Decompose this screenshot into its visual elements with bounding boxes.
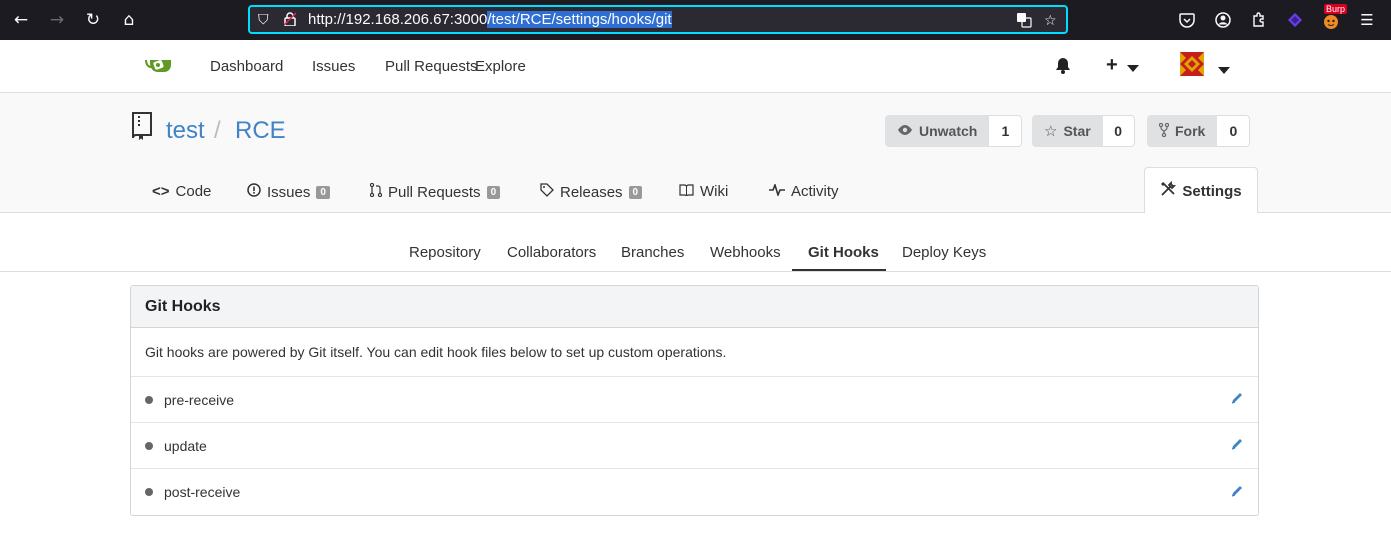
watch-count[interactable]: 1 xyxy=(989,115,1023,147)
tools-icon xyxy=(1160,180,1177,201)
star-button-group: ☆ Star 0 xyxy=(1032,115,1135,147)
tab-activity-label: Activity xyxy=(791,183,839,200)
settings-tab-webhooks[interactable]: Webhooks xyxy=(710,244,781,261)
repo-name-link[interactable]: RCE xyxy=(235,117,286,145)
settings-tab-deploy-keys[interactable]: Deploy Keys xyxy=(902,244,986,261)
repo-book-icon xyxy=(130,111,154,141)
back-icon[interactable]: ← xyxy=(9,8,33,32)
star-button[interactable]: ☆ Star xyxy=(1032,115,1103,147)
star-label: Star xyxy=(1063,123,1091,139)
status-dot-icon xyxy=(145,441,153,450)
issue-icon xyxy=(247,183,261,201)
tab-wiki[interactable]: Wiki xyxy=(679,183,728,200)
repo-owner-link[interactable]: test xyxy=(166,117,205,145)
tab-pull-requests-label: Pull Requests xyxy=(388,183,481,201)
translate-icon[interactable] xyxy=(1016,12,1032,31)
status-dot-icon xyxy=(145,395,153,404)
extensions-icon[interactable] xyxy=(1248,9,1270,31)
forward-icon[interactable]: → xyxy=(45,8,69,32)
list-item: post-receive xyxy=(131,469,1258,515)
code-icon: <> xyxy=(152,183,170,200)
tab-issues-label: Issues xyxy=(267,183,311,201)
unwatch-button[interactable]: Unwatch xyxy=(885,115,990,147)
tab-code[interactable]: <> Code xyxy=(152,183,211,200)
settings-sub-nav: Repository Collaborators Branches Webhoo… xyxy=(0,213,1391,272)
create-chevron-down-icon[interactable] xyxy=(1127,60,1139,78)
hook-name: post-receive xyxy=(164,484,241,500)
tab-releases-label: Releases xyxy=(560,183,623,201)
settings-tab-git-hooks[interactable]: Git Hooks xyxy=(808,244,879,261)
pencil-icon[interactable] xyxy=(1230,484,1244,501)
list-item: pre-receive xyxy=(131,377,1258,423)
fork-label: Fork xyxy=(1175,123,1206,139)
user-chevron-down-icon[interactable] xyxy=(1218,62,1230,80)
tab-activity[interactable]: Activity xyxy=(769,182,839,200)
releases-count-badge: 0 xyxy=(628,185,643,199)
repo-separator: / xyxy=(214,117,221,144)
hook-name: pre-receive xyxy=(164,391,235,408)
unwatch-label: Unwatch xyxy=(919,123,978,139)
fork-button[interactable]: Fork xyxy=(1147,115,1218,147)
status-dot-icon xyxy=(145,488,153,496)
burp-badge: Burp xyxy=(1324,4,1348,14)
hamburger-menu-icon[interactable]: ☰ xyxy=(1356,9,1378,31)
nav-dashboard[interactable]: Dashboard xyxy=(210,58,283,75)
tab-issues[interactable]: Issues 0 xyxy=(247,183,330,201)
gitea-logo-icon[interactable] xyxy=(145,56,173,78)
tag-icon xyxy=(540,183,554,201)
eye-icon xyxy=(897,123,913,139)
hook-name: update xyxy=(164,437,207,454)
nav-pull-requests[interactable]: Pull Requests xyxy=(385,58,478,75)
settings-tab-repository[interactable]: Repository xyxy=(409,244,481,261)
fork-icon xyxy=(1158,122,1170,140)
tab-settings-label: Settings xyxy=(1182,182,1242,200)
address-bar[interactable]: ⛉ http://192.168.206.67:3000/test/RCE/se… xyxy=(248,5,1068,34)
shield-icon[interactable]: ⛉ xyxy=(258,11,269,28)
pocket-icon[interactable] xyxy=(1176,9,1198,31)
issues-count-badge: 0 xyxy=(316,185,330,199)
tab-settings[interactable]: Settings xyxy=(1144,167,1258,214)
nav-issues[interactable]: Issues xyxy=(312,58,355,75)
git-hooks-panel: Git Hooks Git hooks are powered by Git i… xyxy=(130,285,1259,516)
tab-wiki-label: Wiki xyxy=(700,183,729,200)
extension-purple-icon[interactable] xyxy=(1284,9,1306,31)
tab-releases[interactable]: Releases 0 xyxy=(540,183,643,201)
unwatch-button-group: Unwatch 1 xyxy=(885,115,1023,147)
panel-description: Git hooks are powered by Git itself. You… xyxy=(131,328,1258,377)
avatar[interactable] xyxy=(1180,52,1204,76)
reload-icon[interactable]: ↻ xyxy=(81,8,105,32)
nav-explore[interactable]: Explore xyxy=(475,58,526,75)
pull-request-icon xyxy=(369,182,383,201)
bookmark-star-icon[interactable]: ☆ xyxy=(1044,12,1057,29)
create-plus-icon[interactable]: + xyxy=(1106,54,1118,77)
settings-tab-collaborators[interactable]: Collaborators xyxy=(507,244,596,261)
book-icon xyxy=(679,183,694,200)
url-path-selected: /test/RCE/settings/hooks/git xyxy=(487,11,672,28)
fork-count[interactable]: 0 xyxy=(1217,115,1251,147)
active-tab-underline xyxy=(792,269,886,271)
pencil-icon[interactable] xyxy=(1230,391,1244,408)
tab-code-label: Code xyxy=(175,183,212,200)
site-header: Dashboard Issues Pull Requests Explore + xyxy=(0,40,1391,93)
url-text[interactable]: http://192.168.206.67:3000/test/RCE/sett… xyxy=(308,11,672,28)
home-icon[interactable]: ⌂ xyxy=(117,8,141,32)
settings-tab-branches[interactable]: Branches xyxy=(621,244,684,261)
browser-toolbar: ← → ↻ ⌂ ⛉ http://192.168.206.67:3000/tes… xyxy=(0,0,1391,40)
star-icon: ☆ xyxy=(1044,123,1058,140)
panel-title: Git Hooks xyxy=(131,286,1258,328)
repo-header: test / RCE Unwatch 1 ☆ Star 0 Fork 0 <> … xyxy=(0,93,1391,214)
pulls-count-badge: 0 xyxy=(486,185,501,199)
notification-bell-icon[interactable] xyxy=(1055,57,1071,79)
list-item: update xyxy=(131,423,1258,469)
pulse-icon xyxy=(769,182,785,200)
pencil-icon[interactable] xyxy=(1230,437,1244,454)
fork-button-group: Fork 0 xyxy=(1147,115,1251,147)
url-host: http://192.168.206.67:3000 xyxy=(308,11,488,28)
account-icon[interactable] xyxy=(1212,9,1234,31)
star-count[interactable]: 0 xyxy=(1102,115,1135,147)
tab-pull-requests[interactable]: Pull Requests 0 xyxy=(369,182,501,201)
lock-icon[interactable] xyxy=(283,12,297,29)
